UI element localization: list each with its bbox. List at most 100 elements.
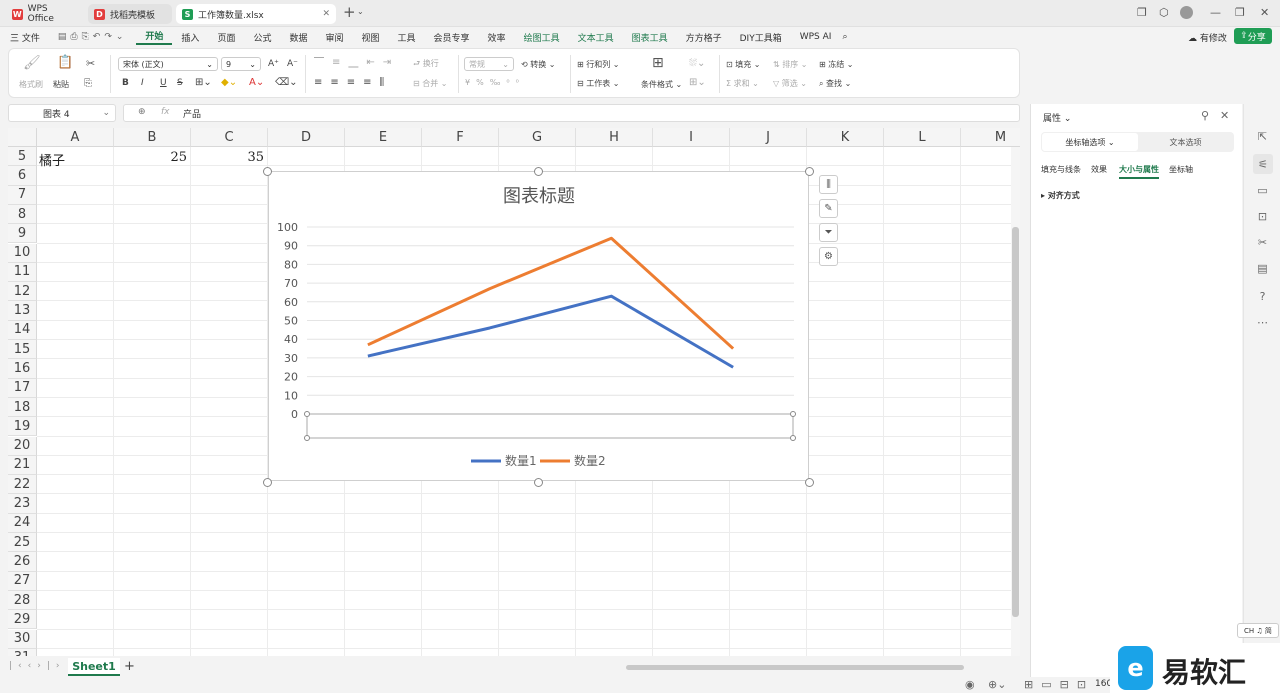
cell-c5[interactable]: 35 <box>190 150 264 165</box>
row-header-6[interactable]: 6 <box>8 166 37 186</box>
chart-style-icon[interactable]: ✎ <box>819 199 838 218</box>
subtab-axis[interactable]: 坐标轴 <box>1169 164 1193 175</box>
conditional-format-icon[interactable]: ⊞ <box>652 55 664 71</box>
chevron-down-icon[interactable]: ⌄ <box>357 7 364 16</box>
cell-b5[interactable]: 25 <box>113 150 187 165</box>
menu-data[interactable]: 数据 <box>280 31 316 44</box>
more-icon[interactable]: ⋯ <box>1256 316 1269 329</box>
row-header-10[interactable]: 10 <box>8 243 37 263</box>
menu-diy[interactable]: DIY工具箱 <box>731 31 791 44</box>
new-tab-icon[interactable]: + <box>343 3 356 21</box>
merge-button[interactable]: ⊟ 合并 ⌄ <box>413 78 448 89</box>
column-header-a[interactable]: A <box>37 128 114 147</box>
column-header-j[interactable]: J <box>730 128 807 147</box>
row-header-14[interactable]: 14 <box>8 320 37 340</box>
row-header-17[interactable]: 17 <box>8 378 37 398</box>
column-header-g[interactable]: G <box>499 128 576 147</box>
cut-icon[interactable]: ✂ <box>86 57 95 70</box>
align-horizontal-icons[interactable]: ≡≡≡≡⫼ <box>314 77 392 88</box>
column-header-e[interactable]: E <box>345 128 422 147</box>
number-format-select[interactable]: 常规 ⌄ <box>464 57 514 71</box>
tab-wps-office[interactable]: W WPS Office <box>6 4 81 24</box>
spreadsheet-grid[interactable]: ABCDEFGHIJKLM 5 6 7 8 9 10 11 12 13 14 15 16 17 18 19 2… <box>8 128 1020 656</box>
vertical-scroll-thumb[interactable] <box>1012 227 1019 617</box>
row-header-16[interactable]: 16 <box>8 359 37 379</box>
font-name-select[interactable]: 宋体 (正文) ⌄ <box>118 57 218 71</box>
column-header-l[interactable]: L <box>884 128 961 147</box>
column-header-h[interactable]: H <box>576 128 653 147</box>
menu-formula[interactable]: 公式 <box>244 31 280 44</box>
column-header-c[interactable]: C <box>191 128 268 147</box>
close-window-icon[interactable]: ✕ <box>1260 6 1269 19</box>
column-header-d[interactable]: D <box>268 128 345 147</box>
format-painter-icon[interactable]: 🖌 <box>23 55 41 71</box>
subtab-fill-line[interactable]: 填充与线条 <box>1041 164 1081 175</box>
grow-font-icon[interactable]: A⁺ <box>268 59 279 69</box>
row-header-7[interactable]: 7 <box>8 185 37 205</box>
properties-icon[interactable]: ⚟ <box>1253 154 1273 174</box>
row-header-15[interactable]: 15 <box>8 340 37 360</box>
row-header-25[interactable]: 25 <box>8 533 37 553</box>
row-header-21[interactable]: 21 <box>8 455 37 476</box>
align-top-icons[interactable]: ⎺≡⎽⇤⇥ <box>314 57 399 68</box>
column-header-i[interactable]: I <box>653 128 730 147</box>
row-header-9[interactable]: 9 <box>8 224 37 244</box>
tab-template[interactable]: D 找稻壳模板 <box>88 4 172 24</box>
row-header-19[interactable]: 19 <box>8 417 37 437</box>
row-header-27[interactable]: 27 <box>8 571 37 591</box>
menu-home[interactable]: 开始 <box>136 29 173 45</box>
row-header-13[interactable]: 13 <box>8 301 37 321</box>
close-tab-icon[interactable]: ✕ <box>322 9 330 19</box>
resize-handle-tr[interactable] <box>805 167 814 176</box>
add-sheet-icon[interactable]: + <box>124 659 135 674</box>
subtab-effects[interactable]: 效果 <box>1091 164 1107 175</box>
paste-icon[interactable]: 📋 <box>57 55 73 70</box>
font-color-icon[interactable]: A⌄ <box>249 77 264 88</box>
row-col-button[interactable]: ⊞ 行和列 ⌄ <box>577 59 620 70</box>
column-header-m[interactable]: M <box>961 128 1020 147</box>
cell-a5[interactable]: 橘子 <box>39 150 65 169</box>
filter-button[interactable]: ▽ 筛选 ⌄ <box>773 78 807 89</box>
image-icon[interactable]: ⊡ <box>1256 210 1269 223</box>
menu-page[interactable]: 页面 <box>208 31 244 44</box>
menu-tools[interactable]: 工具 <box>389 31 425 44</box>
tools-icon[interactable]: ✂ <box>1256 236 1269 249</box>
row-header-12[interactable]: 12 <box>8 282 37 302</box>
fill-color-icon[interactable]: ◆⌄ <box>221 77 237 88</box>
ime-indicator[interactable]: CH ♫ 简 <box>1237 623 1279 638</box>
row-header-20[interactable]: 20 <box>8 436 37 456</box>
wrap-text-button[interactable]: ⮐ 换行 <box>413 58 439 72</box>
conditional-format-button[interactable]: 条件格式 ⌄ <box>641 79 682 90</box>
find-button[interactable]: ⌕ 查找 ⌄ <box>819 78 851 89</box>
avatar[interactable] <box>1180 6 1193 19</box>
row-header-22[interactable]: 22 <box>8 475 37 495</box>
cell-style-icon[interactable]: ⛆⌄ <box>689 58 705 69</box>
tab-axis-options[interactable]: 坐标轴选项 ⌄ <box>1042 133 1138 151</box>
fill-button[interactable]: ⊡ 填充 ⌄ <box>726 59 761 70</box>
share-button[interactable]: ⇪ 分享 <box>1234 28 1272 44</box>
column-header-k[interactable]: K <box>807 128 884 147</box>
strikethrough-button[interactable]: S <box>177 78 183 88</box>
row-header-28[interactable]: 28 <box>8 590 37 611</box>
row-header-24[interactable]: 24 <box>8 513 37 533</box>
name-box[interactable]: 图表 4 ⌄ <box>8 104 116 122</box>
chart-settings-icon[interactable]: ⚙ <box>819 247 838 266</box>
resize-handle-b[interactable] <box>534 478 543 487</box>
book-icon[interactable]: ▤ <box>1256 262 1269 275</box>
row-header-11[interactable]: 11 <box>8 262 37 283</box>
sheet-nav-icons[interactable]: |‹‹›|› <box>9 661 65 671</box>
row-header-26[interactable]: 26 <box>8 552 37 572</box>
row-header-23[interactable]: 23 <box>8 494 37 514</box>
row-header-29[interactable]: 29 <box>8 610 37 630</box>
number-format-icons[interactable]: ¥%‰⁰⁰ <box>465 78 525 87</box>
clear-format-icon[interactable]: ⌫⌄ <box>275 77 298 88</box>
help-icon[interactable]: ? <box>1256 290 1269 303</box>
zoom-icon[interactable]: ⊕ <box>138 107 146 117</box>
panel-title[interactable]: 属性 ⌄ <box>1043 111 1071 124</box>
select-icon[interactable]: ⇱ <box>1256 130 1269 143</box>
copy-icon[interactable]: ⎘ <box>84 78 92 89</box>
section-alignment[interactable]: ▸ 对齐方式 <box>1041 190 1080 201</box>
resize-handle-br[interactable] <box>805 478 814 487</box>
chart-filter-icon[interactable]: ⏷ <box>819 223 838 242</box>
column-header-f[interactable]: F <box>422 128 499 147</box>
